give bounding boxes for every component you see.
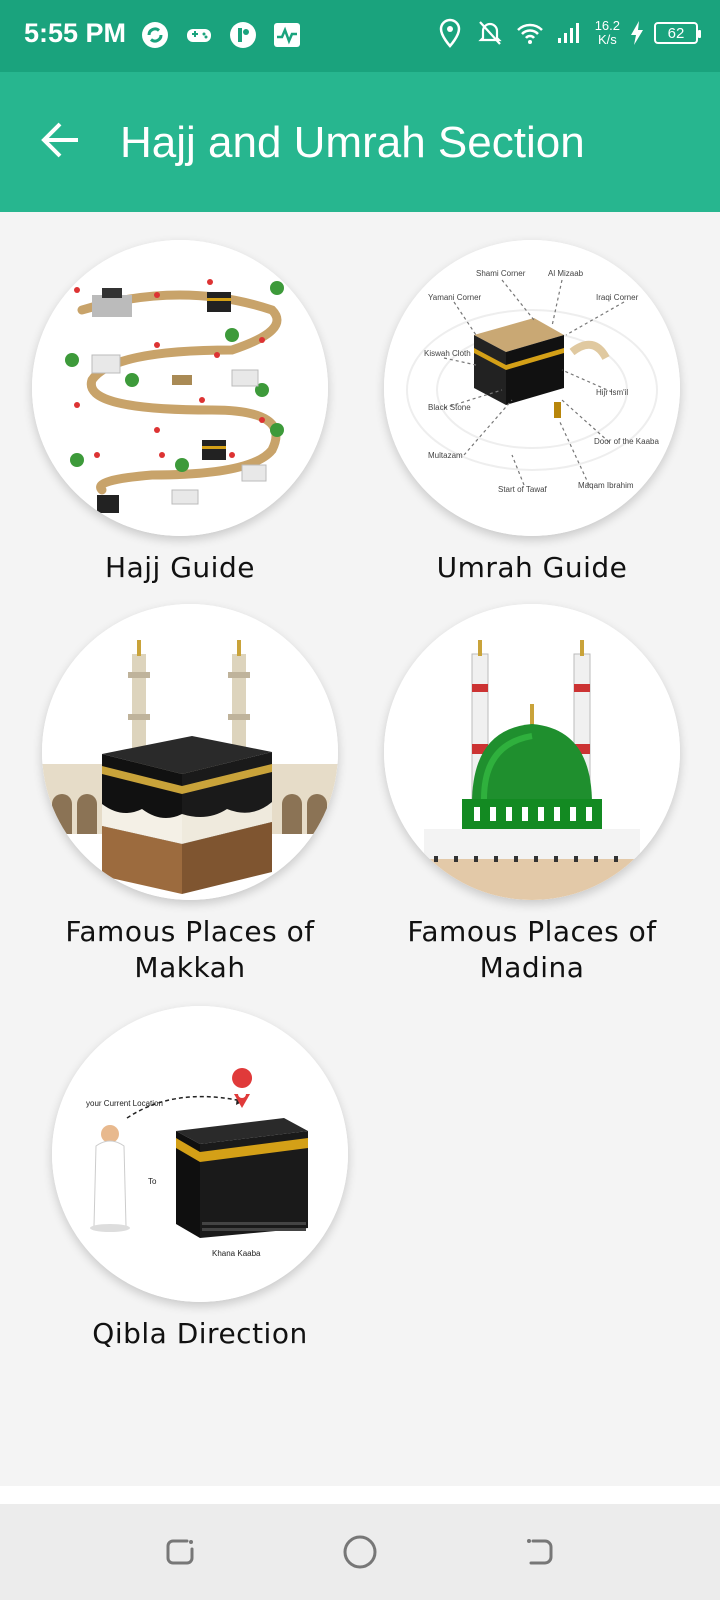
umrah-guide-card[interactable]: Shami Corner Al Mizaab Yamani Corner Ira… — [362, 240, 702, 586]
umrah-label-mizaab: Al Mizaab — [548, 269, 584, 278]
recent-apps-button[interactable] — [158, 1530, 202, 1574]
bottom-divider — [0, 1486, 720, 1504]
qibla-label-current: your Current Location — [86, 1099, 163, 1108]
umrah-label-kiswah: Kiswah Cloth — [424, 349, 471, 358]
sync-icon — [140, 20, 170, 50]
page-title: Hajj and Umrah Section — [120, 118, 585, 167]
madina-places-image — [384, 604, 680, 900]
umrah-label-hijr: Hijr Ism'il — [596, 388, 628, 397]
charging-icon — [630, 18, 644, 48]
back-button[interactable] — [32, 112, 88, 168]
status-bar: 5:55 PM 16.2 K/s 62 — [0, 0, 720, 72]
hajj-guide-card[interactable]: Hajj Guide — [10, 240, 350, 586]
umrah-label-black-stone: Black Stone — [428, 403, 471, 412]
wifi-icon — [515, 18, 545, 48]
network-speed: 16.2 K/s — [595, 19, 620, 47]
app-bar: Hajj and Umrah Section — [0, 72, 720, 212]
umrah-label-multazam: Multazam — [428, 451, 463, 460]
app-icon — [228, 20, 258, 50]
status-time: 5:55 PM — [24, 18, 127, 48]
qibla-direction-card[interactable]: your Current Location To Khana Kaaba Qib… — [30, 1006, 370, 1352]
arrow-left-icon — [41, 122, 78, 158]
umrah-label-shami: Shami Corner — [476, 269, 526, 278]
speed-value: 16.2 — [594, 18, 620, 33]
home-button[interactable] — [338, 1530, 382, 1574]
madina-places-card[interactable]: Famous Places of Madina — [362, 604, 702, 986]
hajj-guide-image — [32, 240, 328, 536]
umrah-label-maqam: Maqam Ibrahim — [578, 481, 634, 490]
signal-icon — [555, 18, 585, 48]
madina-places-label: Famous Places of Madina — [407, 915, 657, 984]
battery-icon: 62 — [654, 22, 701, 44]
umrah-label-yamani: Yamani Corner — [428, 293, 482, 302]
umrah-guide-image: Shami Corner Al Mizaab Yamani Corner Ira… — [384, 240, 680, 536]
status-icons-right: 16.2 K/s 62 — [435, 18, 701, 48]
makkah-places-card[interactable]: Famous Places of Makkah — [20, 604, 360, 986]
activity-icon — [272, 20, 302, 50]
status-icons-left — [140, 20, 302, 50]
gamepad-icon — [184, 20, 214, 50]
back-nav-icon — [527, 1539, 553, 1565]
qibla-direction-label: Qibla Direction — [92, 1317, 308, 1350]
bell-off-icon — [475, 18, 505, 48]
makkah-places-image — [42, 604, 338, 900]
umrah-label-tawaf: Start of Tawaf — [498, 485, 548, 494]
umrah-guide-label: Umrah Guide — [436, 551, 628, 584]
navigation-bar — [0, 1504, 720, 1600]
home-circle-icon — [343, 1535, 377, 1569]
recent-apps-icon — [166, 1539, 194, 1565]
speed-unit: K/s — [597, 32, 617, 47]
qibla-direction-image: your Current Location To Khana Kaaba — [52, 1006, 348, 1302]
umrah-label-door: Door of the Kaaba — [594, 437, 659, 446]
makkah-places-label: Famous Places of Makkah — [65, 915, 315, 984]
qibla-label-kaaba: Khana Kaaba — [212, 1249, 261, 1258]
location-icon — [435, 18, 465, 48]
hajj-guide-label: Hajj Guide — [105, 551, 255, 584]
back-nav-button[interactable] — [518, 1530, 562, 1574]
qibla-label-to: To — [148, 1177, 157, 1186]
umrah-label-iraqi: Iraqi Corner — [596, 293, 639, 302]
